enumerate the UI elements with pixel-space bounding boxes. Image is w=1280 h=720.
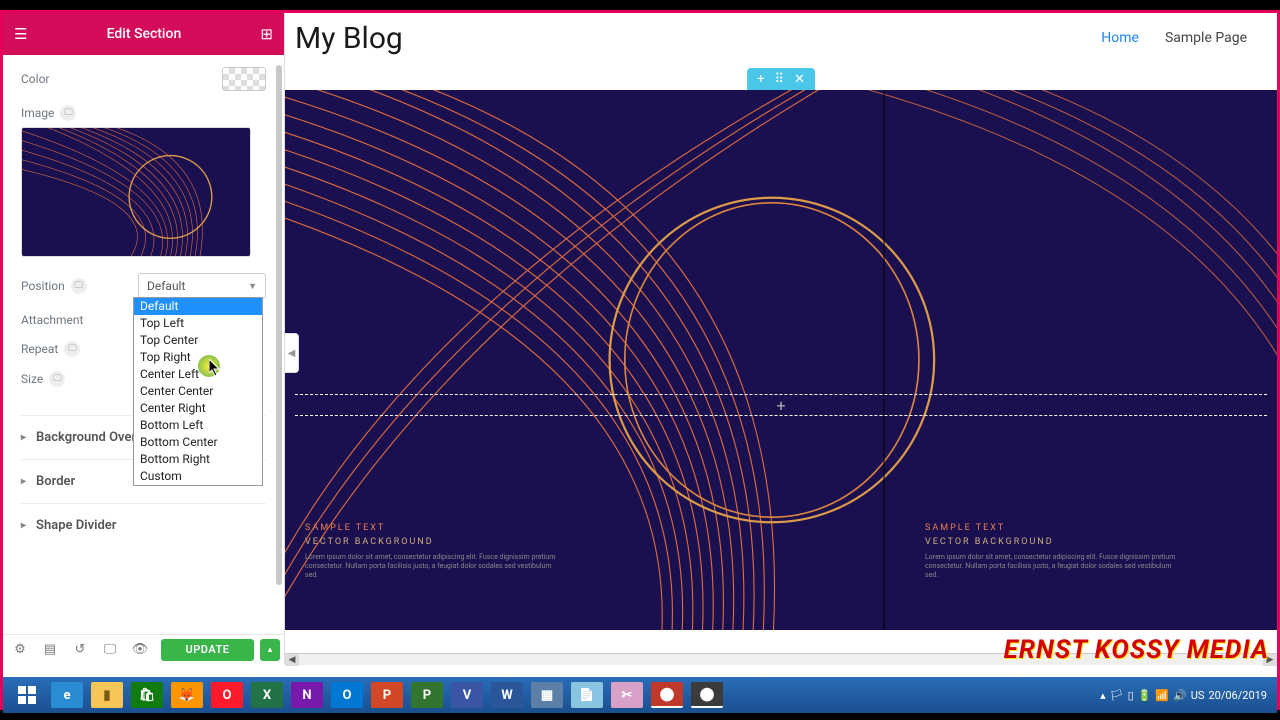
repeat-label: Repeat 🖵 <box>21 341 80 357</box>
taskbar-visio-icon[interactable]: V <box>451 682 483 708</box>
tray-chevron-icon[interactable]: ▴ <box>1100 689 1106 702</box>
nav-sample-page[interactable]: Sample Page <box>1165 30 1247 46</box>
responsive-icon[interactable]: 🖵 <box>49 371 65 387</box>
responsive-mode-icon[interactable]: 🖵 <box>97 639 123 661</box>
column-divider <box>883 90 885 630</box>
size-label: Size 🖵 <box>21 371 65 387</box>
taskbar-store-icon[interactable]: 🛍 <box>131 682 163 708</box>
position-option[interactable]: Center Center <box>134 383 262 400</box>
watermark: ERNST KOSSY MEDIA <box>1004 635 1269 665</box>
settings-icon[interactable]: ⚙ <box>7 639 33 661</box>
taskbar-recorder-icon[interactable]: ⬤ <box>651 682 683 708</box>
add-section-icon[interactable]: + <box>757 72 764 87</box>
panel-footer: ⚙ ▤ ↺ 🖵 👁 UPDATE ▴ <box>3 634 284 664</box>
tray-wifi-icon[interactable]: 📶 <box>1155 689 1169 702</box>
color-label: Color <box>21 72 49 86</box>
position-option[interactable]: Default <box>134 298 262 315</box>
position-option[interactable]: Bottom Center <box>134 434 262 451</box>
color-picker[interactable] <box>222 67 266 91</box>
taskbar-ie-icon[interactable]: e <box>51 682 83 708</box>
preview-canvas: My Blog Home Sample Page + ⠿ ✕ <box>285 13 1277 653</box>
responsive-icon[interactable]: 🖵 <box>64 341 80 357</box>
taskbar-powerpoint-icon[interactable]: P <box>371 682 403 708</box>
widgets-grid-icon[interactable]: ⊞ <box>260 25 273 43</box>
responsive-icon[interactable]: 🖵 <box>60 105 76 121</box>
position-option[interactable]: Center Right <box>134 400 262 417</box>
position-option[interactable]: Top Center <box>134 332 262 349</box>
hero-text-right: SAMPLE TEXT VECTOR BACKGROUND Lorem ipsu… <box>925 521 1185 580</box>
taskbar-opera-icon[interactable]: O <box>211 682 243 708</box>
site-header: My Blog Home Sample Page <box>285 13 1277 63</box>
tray-flag-icon[interactable]: 🏳 <box>1110 689 1124 702</box>
system-tray: ▴ 🏳 ▯ 🔋 📶 🔊 US 20/06/2019 <box>1100 689 1273 702</box>
taskbar-outlook-icon[interactable]: O <box>331 682 363 708</box>
position-dropdown[interactable]: Default Top Left Top Center Top Right Ce… <box>133 297 263 486</box>
primary-nav: Home Sample Page <box>1101 30 1247 46</box>
start-button[interactable] <box>7 680 47 710</box>
drag-section-icon[interactable]: ⠿ <box>774 72 784 87</box>
tray-language[interactable]: US <box>1191 689 1205 702</box>
update-button[interactable]: UPDATE <box>161 639 254 661</box>
taskbar-word-icon[interactable]: W <box>491 682 523 708</box>
image-label: Image 🖵 <box>21 105 76 121</box>
delete-section-icon[interactable]: ✕ <box>794 72 805 87</box>
widget-drop-zone[interactable]: + <box>295 394 1267 416</box>
panel-collapse-handle[interactable]: ◀ <box>285 333 299 373</box>
update-caret[interactable]: ▴ <box>260 639 280 661</box>
windows-taskbar: e ▮ 🛍 🦊 O X N O P P V W ▦ 📄 ✂ ⬤ ⬤ ▴ 🏳 ▯ … <box>3 677 1277 713</box>
tray-date[interactable]: 20/06/2019 <box>1208 689 1267 702</box>
position-option[interactable]: Bottom Right <box>134 451 262 468</box>
menu-icon[interactable]: ☰ <box>14 25 27 43</box>
position-select[interactable]: Default▼ <box>138 273 266 299</box>
position-option[interactable]: Top Left <box>134 315 262 332</box>
background-image-preview[interactable] <box>21 127 251 257</box>
history-icon[interactable]: ↺ <box>67 639 93 661</box>
preview-icon[interactable]: 👁 <box>127 639 153 661</box>
position-option[interactable]: Bottom Left <box>134 417 262 434</box>
scroll-left-icon[interactable]: ◀ <box>285 654 299 666</box>
tray-battery-icon[interactable]: 🔋 <box>1138 689 1152 702</box>
section-edit-handle[interactable]: + ⠿ ✕ <box>747 68 815 90</box>
tray-volume-icon[interactable]: 🔊 <box>1173 689 1187 702</box>
navigator-icon[interactable]: ▤ <box>37 639 63 661</box>
taskbar-app-icon[interactable]: ▦ <box>531 682 563 708</box>
position-label: Position 🖵 <box>21 278 87 294</box>
nav-home[interactable]: Home <box>1101 30 1139 46</box>
taskbar-explorer-icon[interactable]: ▮ <box>91 682 123 708</box>
chevron-down-icon: ▼ <box>248 281 257 292</box>
taskbar-excel-icon[interactable]: X <box>251 682 283 708</box>
accordion-shape-divider[interactable]: Shape Divider <box>21 503 266 547</box>
position-option[interactable]: Center Left <box>134 366 262 383</box>
taskbar-project-icon[interactable]: P <box>411 682 443 708</box>
site-title: My Blog <box>295 21 403 56</box>
taskbar-recorder-icon[interactable]: ⬤ <box>691 682 723 708</box>
taskbar-app-icon[interactable]: 📄 <box>571 682 603 708</box>
responsive-icon[interactable]: 🖵 <box>71 278 87 294</box>
tray-network-icon[interactable]: ▯ <box>1128 689 1134 702</box>
taskbar-firefox-icon[interactable]: 🦊 <box>171 682 203 708</box>
panel-header: ☰ Edit Section ⊞ <box>3 13 284 55</box>
position-option[interactable]: Custom <box>134 468 262 485</box>
taskbar-snip-icon[interactable]: ✂ <box>611 682 643 708</box>
position-option[interactable]: Top Right <box>134 349 262 366</box>
editor-panel: ☰ Edit Section ⊞ Color Image 🖵 <box>3 13 285 664</box>
hero-text-left: SAMPLE TEXT VECTOR BACKGROUND Lorem ipsu… <box>305 521 565 580</box>
hero-section[interactable]: + SAMPLE TEXT VECTOR BACKGROUND Lorem ip… <box>285 90 1277 630</box>
taskbar-onenote-icon[interactable]: N <box>291 682 323 708</box>
panel-title: Edit Section <box>107 26 182 42</box>
scrollbar-thumb[interactable] <box>276 65 282 585</box>
attachment-label: Attachment <box>21 313 83 327</box>
